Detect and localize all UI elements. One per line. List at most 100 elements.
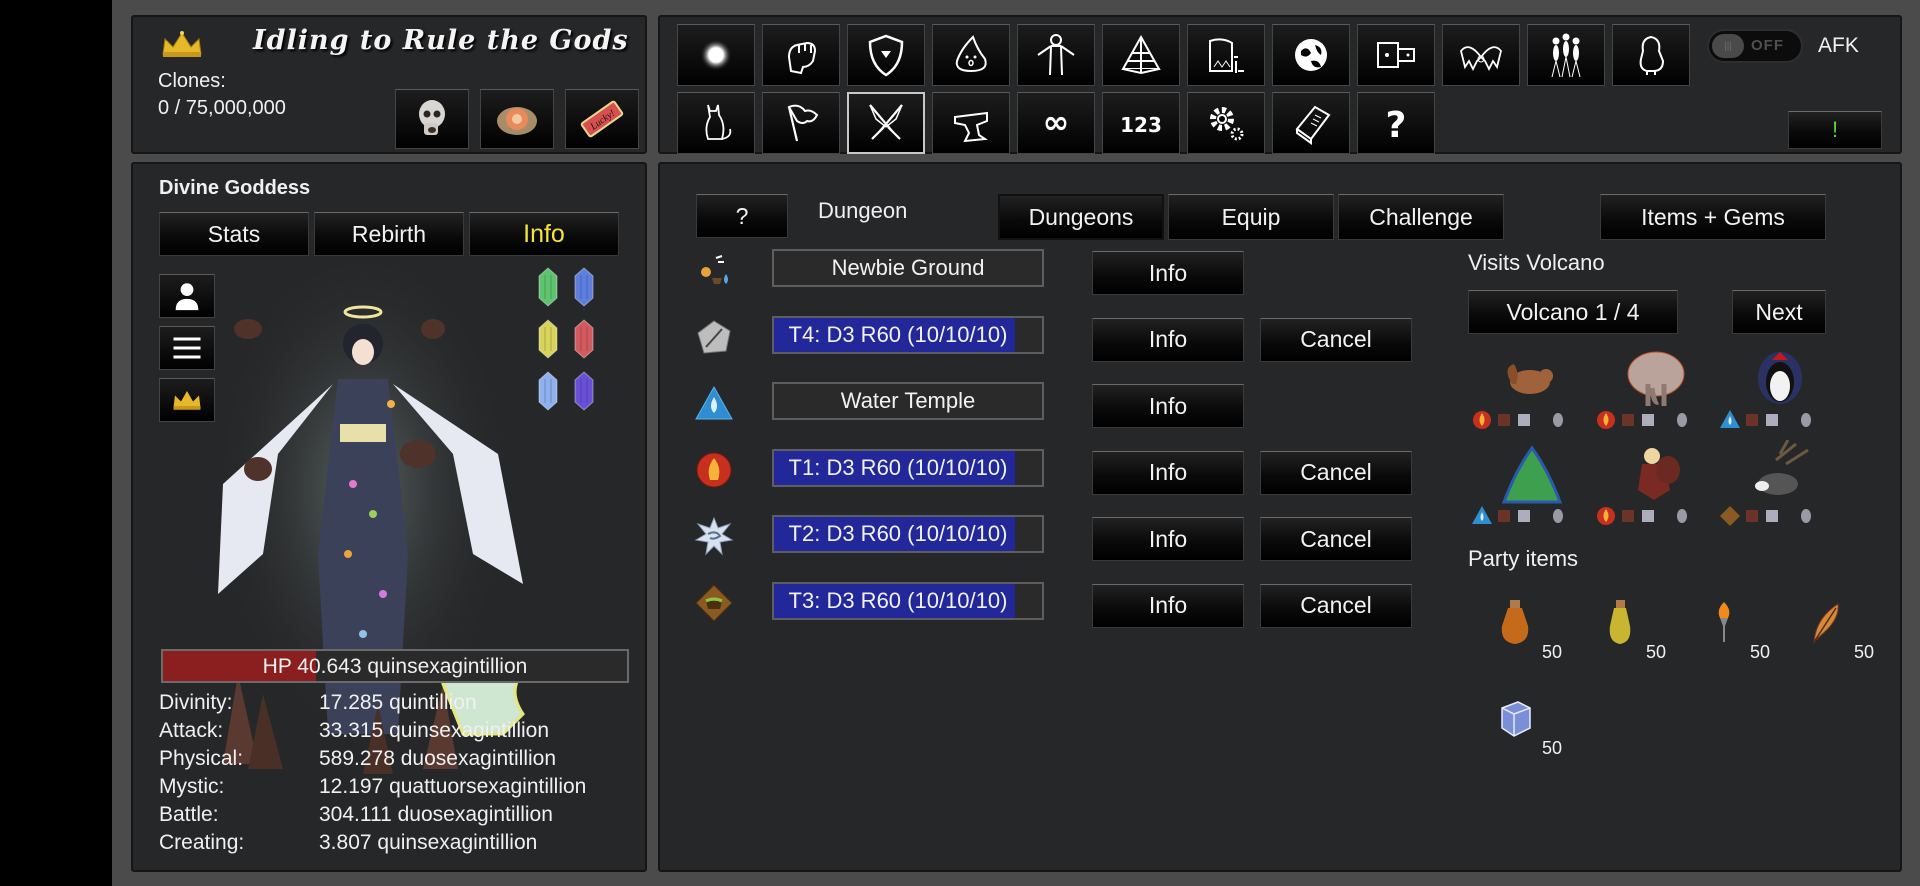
red-crystal-icon bbox=[574, 319, 594, 359]
dungeon-info-button[interactable]: Info bbox=[1092, 384, 1244, 428]
dungeon-name-label: Water Temple bbox=[840, 388, 976, 413]
tab-stats[interactable]: Stats bbox=[159, 212, 309, 256]
next-button[interactable]: Next bbox=[1732, 290, 1826, 334]
party-item[interactable]: 50 bbox=[1584, 598, 1684, 678]
dungeon-name: T3: D3 R60 (10/10/10) bbox=[772, 581, 1044, 620]
dungeon-help-label: ? bbox=[735, 202, 749, 229]
dungeon-row-icon bbox=[694, 450, 734, 490]
light-orb-button[interactable] bbox=[677, 24, 755, 86]
party-member-squirrel[interactable] bbox=[1468, 344, 1598, 432]
party-member-penguin[interactable] bbox=[1716, 344, 1846, 432]
dungeon-cancel-button[interactable]: Cancel bbox=[1260, 317, 1412, 362]
svg-text:?: ? bbox=[1386, 105, 1407, 146]
human-figure-button[interactable] bbox=[1017, 24, 1095, 86]
fist-icon bbox=[787, 41, 817, 75]
flag-button[interactable] bbox=[762, 92, 840, 154]
dungeon-cancel-button[interactable]: Cancel bbox=[1260, 450, 1412, 495]
dungeon-info-button[interactable]: Info bbox=[1092, 317, 1244, 362]
party-member-slime-tree[interactable] bbox=[1468, 440, 1598, 528]
demon-wings-button[interactable] bbox=[1442, 24, 1520, 86]
dungeon-name-label: T1: D3 R60 (10/10/10) bbox=[788, 454, 1008, 480]
crossed-swords-button[interactable] bbox=[847, 92, 925, 154]
stat-value: 12.197 quattuorsexagintillion bbox=[319, 775, 587, 798]
afk-toggle[interactable]: ||| OFF bbox=[1707, 29, 1803, 63]
party-member-rabbit[interactable] bbox=[1716, 440, 1846, 528]
blue-crystal-icon bbox=[574, 267, 594, 307]
header-panel: Idling to Rule the Gods Clones: 0 / 75,0… bbox=[131, 15, 647, 154]
numbers-button[interactable]: 123 bbox=[1102, 92, 1180, 154]
dungeon-title: Dungeon bbox=[818, 198, 908, 223]
stat-value: 589.278 duosexagintillion bbox=[319, 747, 557, 770]
party-item[interactable]: 50 bbox=[1480, 598, 1580, 678]
stat-label: Mystic: bbox=[159, 775, 225, 798]
tab-info[interactable]: Info bbox=[469, 212, 619, 256]
dungeon-cancel-button[interactable]: Cancel bbox=[1260, 517, 1412, 561]
shield-button[interactable] bbox=[847, 24, 925, 86]
orange-potion-icon bbox=[1501, 600, 1529, 644]
tab-rebirth[interactable]: Rebirth bbox=[314, 212, 464, 256]
flame-orb-button[interactable] bbox=[480, 89, 554, 149]
clones-label: Clones: bbox=[158, 70, 226, 92]
settings-gears-button[interactable] bbox=[1187, 92, 1265, 154]
info-label: Info bbox=[1148, 459, 1188, 485]
skull-button[interactable] bbox=[395, 89, 469, 149]
book-button[interactable] bbox=[1272, 92, 1350, 154]
party-item[interactable]: 50 bbox=[1688, 598, 1788, 678]
stat-label: Creating: bbox=[159, 831, 245, 854]
dungeon-info-button[interactable]: Info bbox=[1092, 517, 1244, 561]
party-member-girl[interactable] bbox=[1592, 440, 1722, 528]
dungeon-info-button[interactable]: Info bbox=[1092, 450, 1244, 495]
cat-button[interactable] bbox=[677, 92, 755, 154]
fire-element-icon bbox=[696, 452, 732, 487]
character-panel: Divine Goddess Stats Rebirth Info HP 40.… bbox=[131, 162, 647, 872]
fist-button[interactable] bbox=[762, 24, 840, 86]
dungeon-name-label: T4: D3 R60 (10/10/10) bbox=[788, 321, 1008, 347]
crown-icon bbox=[173, 391, 201, 410]
party-item[interactable]: 50 bbox=[1480, 694, 1580, 774]
help-button[interactable]: ? bbox=[1357, 92, 1435, 154]
info-label: Info bbox=[1148, 392, 1188, 419]
tab-dungeons[interactable]: Dungeons bbox=[998, 194, 1164, 240]
factory-button[interactable] bbox=[1187, 24, 1265, 86]
menu-icon bbox=[173, 337, 201, 359]
numbers-icon: 123 bbox=[1120, 113, 1162, 137]
green-crystal-icon bbox=[538, 267, 558, 307]
dungeon-help-button[interactable]: ? bbox=[696, 194, 788, 238]
dungeon-cancel-button[interactable]: Cancel bbox=[1260, 583, 1412, 628]
party-items-label: Party items bbox=[1468, 546, 1579, 571]
toolbar-panel: ∞ 123? ||| OFF AFK ! bbox=[658, 15, 1902, 154]
info-label: Info bbox=[1148, 326, 1188, 352]
dungeon-name-label: Newbie Ground bbox=[831, 255, 985, 280]
planet-button[interactable] bbox=[1272, 24, 1350, 86]
pyramid-button[interactable] bbox=[1102, 24, 1180, 86]
stat-value: 304.111 duosexagintillion bbox=[319, 803, 553, 826]
party-item[interactable]: 50 bbox=[1792, 598, 1892, 678]
penguin-button[interactable] bbox=[1612, 24, 1690, 86]
items-gems-button[interactable]: Items + Gems bbox=[1600, 194, 1826, 240]
alert-button[interactable]: ! bbox=[1788, 111, 1882, 149]
dungeon-row-icon bbox=[694, 516, 734, 556]
svg-text:∞: ∞ bbox=[1043, 103, 1070, 141]
cat-icon bbox=[705, 104, 732, 140]
party-member-elephant[interactable] bbox=[1592, 344, 1722, 432]
dungeon-info-button[interactable]: Info bbox=[1092, 583, 1244, 628]
ice-cube-icon bbox=[1501, 701, 1531, 737]
spaceship-button[interactable] bbox=[1357, 24, 1435, 86]
anvil-button[interactable] bbox=[932, 92, 1010, 154]
tab-equip[interactable]: Equip bbox=[1168, 194, 1334, 240]
infinity-button[interactable]: ∞ bbox=[1017, 92, 1095, 154]
tab-equip-label: Equip bbox=[1221, 203, 1281, 230]
crossed-swords-icon bbox=[869, 104, 903, 140]
lucky-ticket-button[interactable]: Lucky! bbox=[565, 89, 639, 149]
tab-challenge[interactable]: Challenge bbox=[1338, 194, 1504, 240]
volcano-button[interactable]: Volcano 1 / 4 bbox=[1468, 290, 1678, 334]
cancel-label: Cancel bbox=[1300, 459, 1372, 485]
dungeon-info-button[interactable]: Info bbox=[1092, 251, 1244, 295]
party-item-count: 50 bbox=[1542, 642, 1563, 662]
spaceship-icon bbox=[1377, 42, 1415, 68]
dungeon-name: T1: D3 R60 (10/10/10) bbox=[772, 448, 1044, 487]
game-title: Idling to Rule the Gods bbox=[253, 25, 629, 56]
slime-button[interactable] bbox=[932, 24, 1010, 86]
people-button[interactable] bbox=[1527, 24, 1605, 86]
dungeon-name: Newbie Ground bbox=[772, 249, 1044, 287]
